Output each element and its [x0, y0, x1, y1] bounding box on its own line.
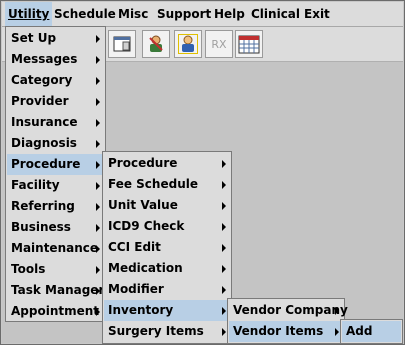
menu-item-task-manager[interactable]: Task Manager	[7, 280, 104, 301]
menu-bar: Utility Schedule Misc Support Help Clini…	[2, 2, 403, 27]
menu-schedule[interactable]: Schedule	[51, 2, 119, 26]
submenu-item-medication[interactable]: Medication	[104, 258, 230, 279]
chevron-right-icon	[96, 266, 100, 274]
chevron-right-icon	[222, 328, 226, 336]
app-window: Utility Schedule Misc Support Help Clini…	[0, 0, 405, 345]
doctor-icon	[149, 35, 163, 52]
patient-button[interactable]	[174, 30, 202, 58]
rx-label: RX	[211, 37, 227, 51]
chevron-right-icon	[222, 307, 226, 315]
chevron-right-icon	[222, 181, 226, 189]
chevron-right-icon	[96, 161, 100, 169]
chevron-right-icon	[96, 287, 100, 295]
utility-menu: Set Up Messages Category Provider Insura…	[5, 26, 106, 322]
menu-item-messages[interactable]: Messages	[7, 49, 104, 70]
chevron-right-icon	[222, 202, 226, 210]
submenu-item-vendor-items[interactable]: Vendor Items	[229, 321, 343, 342]
submenu-item-cci-edit[interactable]: CCI Edit	[104, 237, 230, 258]
rx-button[interactable]: RX	[205, 30, 233, 58]
chevron-right-icon	[96, 203, 100, 211]
menu-exit[interactable]: Exit	[301, 2, 333, 26]
doctor-button[interactable]	[142, 30, 170, 58]
menu-item-provider[interactable]: Provider	[7, 91, 104, 112]
menu-support[interactable]: Support	[154, 2, 214, 26]
chevron-right-icon	[222, 223, 226, 231]
chevron-right-icon	[96, 98, 100, 106]
menu-item-referring[interactable]: Referring	[7, 196, 104, 217]
menu-item-procedure[interactable]: Procedure	[7, 154, 104, 175]
chevron-right-icon	[96, 119, 100, 127]
calendar-button[interactable]	[235, 30, 263, 58]
chevron-right-icon	[222, 286, 226, 294]
procedure-submenu: Procedure Fee Schedule Unit Value ICD9 C…	[102, 151, 232, 344]
patient-icon	[178, 34, 198, 54]
chevron-right-icon	[96, 308, 100, 316]
menu-help[interactable]: Help	[211, 2, 248, 26]
window-icon-button[interactable]	[108, 30, 136, 58]
menu-item-maintenance[interactable]: Maintenance	[7, 238, 104, 259]
submenu-item-modifier[interactable]: Modifier	[104, 279, 230, 300]
chevron-right-icon	[96, 35, 100, 43]
chevron-right-icon	[96, 140, 100, 148]
menu-item-appointment[interactable]: Appointment	[7, 301, 104, 322]
submenu-item-icd9-check[interactable]: ICD9 Check	[104, 216, 230, 237]
calendar-icon	[238, 35, 260, 54]
submenu-item-inventory[interactable]: Inventory	[104, 300, 230, 321]
menu-item-category[interactable]: Category	[7, 70, 104, 91]
menu-clinical[interactable]: Clinical	[248, 2, 303, 26]
submenu-item-vendor-company[interactable]: Vendor Company	[229, 300, 348, 321]
menu-item-tools[interactable]: Tools	[7, 259, 104, 280]
menu-misc[interactable]: Misc	[115, 2, 151, 26]
chevron-right-icon	[222, 244, 226, 252]
menu-utility[interactable]: Utility	[5, 2, 53, 26]
submenu-item-fee-schedule[interactable]: Fee Schedule	[104, 174, 230, 195]
inventory-submenu: Vendor Company Vendor Items	[227, 298, 348, 344]
chevron-right-icon	[96, 56, 100, 64]
submenu-item-procedure[interactable]: Procedure	[104, 153, 230, 174]
menu-item-insurance[interactable]: Insurance	[7, 112, 104, 133]
submenu-item-surgery-items[interactable]: Surgery Items	[104, 321, 230, 342]
window-icon	[113, 36, 131, 52]
menu-item-business[interactable]: Business	[7, 217, 104, 238]
submenu-item-add[interactable]: Add	[342, 321, 401, 342]
submenu-item-unit-value[interactable]: Unit Value	[104, 195, 230, 216]
chevron-right-icon	[335, 328, 339, 336]
menu-item-diagnosis[interactable]: Diagnosis	[7, 133, 104, 154]
chevron-right-icon	[96, 182, 100, 190]
chevron-right-icon	[222, 265, 226, 273]
chevron-right-icon	[96, 245, 100, 253]
menu-item-facility[interactable]: Facility	[7, 175, 104, 196]
menu-item-setup[interactable]: Set Up	[7, 28, 104, 49]
chevron-right-icon	[335, 307, 339, 315]
chevron-right-icon	[96, 224, 100, 232]
chevron-right-icon	[222, 160, 226, 168]
chevron-right-icon	[96, 77, 100, 85]
vendor-items-submenu: Add	[340, 319, 403, 344]
